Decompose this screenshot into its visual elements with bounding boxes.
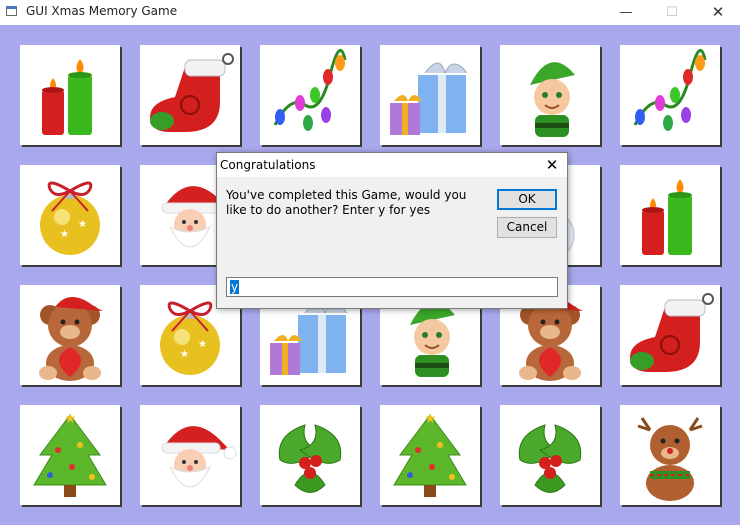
lights-icon	[633, 48, 707, 131]
elf-icon	[530, 62, 575, 137]
svg-text:★: ★	[64, 411, 77, 427]
svg-text:★: ★	[180, 349, 189, 360]
card-holly[interactable]	[260, 405, 360, 505]
svg-text:★: ★	[78, 219, 87, 230]
tree-icon: ★	[393, 411, 467, 497]
holly-icon	[278, 424, 342, 493]
candles-icon	[42, 59, 92, 135]
close-button[interactable]: ✕	[695, 0, 740, 25]
dialog-title: Congratulations	[220, 158, 316, 172]
card-lights[interactable]	[260, 45, 360, 145]
dialog-message: You've completed this Game, would you li…	[226, 188, 467, 217]
title-bar: GUI Xmas Memory Game — ☐ ✕	[0, 0, 740, 25]
card-teddy[interactable]	[20, 285, 120, 385]
lights-icon	[273, 48, 347, 131]
card-candles[interactable]	[620, 165, 720, 265]
teddy-icon	[39, 297, 103, 381]
card-tree[interactable]: ★	[20, 405, 120, 505]
card-lights[interactable]	[620, 45, 720, 145]
answer-input-value: y	[230, 280, 240, 294]
santa-icon	[161, 426, 237, 488]
svg-text:★: ★	[424, 411, 437, 427]
card-gifts[interactable]	[380, 45, 480, 145]
card-elf[interactable]	[500, 45, 600, 145]
card-stocking[interactable]	[620, 285, 720, 385]
window-title: GUI Xmas Memory Game	[26, 4, 178, 18]
svg-text:★: ★	[198, 339, 207, 350]
card-tree[interactable]: ★	[380, 405, 480, 505]
card-bauble[interactable]: ★ ★	[20, 165, 120, 265]
bauble-icon: ★★	[40, 181, 100, 255]
congratulations-dialog: Congratulations ✕ You've completed this …	[216, 152, 568, 309]
card-stocking[interactable]	[140, 45, 240, 145]
gifts-icon	[390, 62, 468, 135]
minimize-button[interactable]: —	[603, 0, 649, 25]
app-icon	[6, 6, 17, 16]
stocking-icon	[630, 293, 714, 372]
card-holly[interactable]	[500, 405, 600, 505]
card-santa[interactable]	[140, 405, 240, 505]
dialog-close-button[interactable]: ✕	[541, 154, 563, 176]
maximize-button[interactable]: ☐	[649, 0, 695, 25]
dialog-title-bar: Congratulations ✕	[217, 153, 567, 177]
holly-icon	[518, 424, 582, 493]
tree-icon: ★	[33, 411, 107, 497]
stocking-icon	[150, 53, 234, 132]
svg-text:★: ★	[60, 229, 69, 240]
reindeer-teddy-icon	[637, 417, 703, 501]
candles-icon	[642, 179, 692, 255]
card-reindeer-teddy[interactable]	[620, 405, 720, 505]
cancel-button[interactable]: Cancel	[497, 217, 557, 238]
ok-button[interactable]: OK	[497, 189, 557, 210]
answer-input[interactable]: y	[226, 277, 558, 297]
card-candles[interactable]	[20, 45, 120, 145]
